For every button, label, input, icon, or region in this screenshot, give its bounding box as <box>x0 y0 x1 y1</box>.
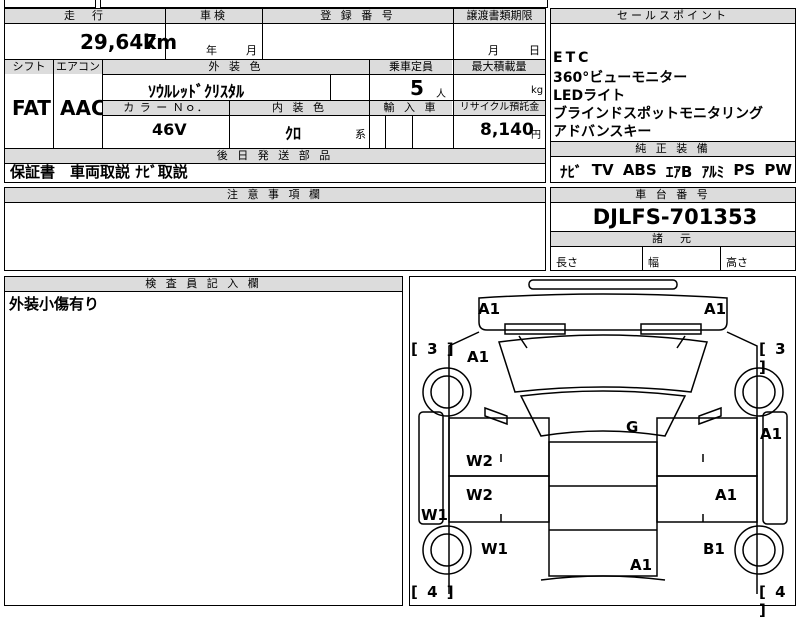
max-load-unit: kg <box>531 85 544 96</box>
capacity-value: 5 <box>410 76 424 100</box>
aircon-value: AAC <box>60 96 106 120</box>
width-label: 幅 <box>648 256 659 269</box>
color-no-header: カ ラ ー Ｎｏ． <box>103 101 229 115</box>
length-label: 長さ <box>556 256 578 269</box>
sales-point-item: 360°ビューモニター <box>553 70 688 86</box>
capacity-header: 乗車定員 <box>370 60 452 74</box>
shift-header: シフト <box>5 60 53 74</box>
top-cell-mid <box>100 0 548 8</box>
interior-color-value: ｸﾛ <box>285 124 302 143</box>
inspector-header: 検 査 員 記 入 欄 <box>5 277 402 291</box>
tire-front-left: [ 3 ] <box>411 340 456 358</box>
sales-point-item: LEDライト <box>553 88 626 104</box>
height-label: 高さ <box>726 256 748 269</box>
tire-rear-left: [ 4 ] <box>411 583 456 601</box>
mark-left-sill: W1 <box>421 506 448 524</box>
aircon-header: エアコン <box>54 60 102 74</box>
specs-header: 諸 元 <box>551 232 795 246</box>
equipment-item: ｴｱB <box>665 163 693 181</box>
genuine-equipment-header: 純 正 装 備 <box>551 142 795 156</box>
mark-roof: G <box>626 418 639 436</box>
tire-rear-left-value: 4 <box>427 583 440 601</box>
sales-point-item: アドバンスキー <box>553 124 652 140</box>
exterior-color-value: ｿｳﾙﾚｯﾄﾞｸﾘｽﾀﾙ <box>148 82 245 101</box>
equipment-item: TV <box>591 161 614 179</box>
max-load-header: 最大積載量 <box>453 60 545 74</box>
interior-color-suffix: 系 <box>355 128 366 141</box>
mark-right-quarter: B1 <box>703 540 725 558</box>
equipment-item: ｱﾙﾐ <box>701 163 725 181</box>
tire-front-left-value: 3 <box>427 340 440 358</box>
notes-header: 注 意 事 項 欄 <box>5 188 545 202</box>
chassis-header: 車 台 番 号 <box>551 188 795 202</box>
shaken-year: 年 <box>206 44 217 57</box>
recycle-unit: 円 <box>531 130 541 141</box>
chassis-value: DJLFS-701353 <box>592 205 758 229</box>
mileage-header: 走 行 <box>5 9 165 23</box>
mark-front-left: A1 <box>478 300 501 318</box>
equipment-item: ﾅﾋﾞ <box>560 163 583 181</box>
sales-point-item: ETC <box>553 50 592 66</box>
shift-value: FAT <box>12 96 51 120</box>
inspector-box <box>4 276 403 606</box>
later-parts-value: 保証書 車両取説 ﾅﾋﾞ取説 <box>10 163 188 181</box>
equipment-item: PS <box>733 161 756 179</box>
interior-color-header: 内 装 色 <box>230 101 369 115</box>
transfer-month: 月 <box>488 44 499 57</box>
genuine-equipment-list: ﾅﾋﾞ TV ABS ｴｱB ｱﾙﾐ PS PW <box>560 161 792 182</box>
transfer-day: 日 <box>529 44 540 57</box>
mark-left-quarter: W1 <box>481 540 508 558</box>
tire-front-right-value: 3 <box>775 340 788 358</box>
car-diagram <box>418 279 788 594</box>
tire-rear-right: [ 4 ] <box>759 583 788 619</box>
mark-left-rear-door: W2 <box>466 486 493 504</box>
tire-rear-right-value: 4 <box>775 583 788 601</box>
inspector-value: 外装小傷有り <box>9 295 100 313</box>
mark-front-right: A1 <box>704 300 727 318</box>
capacity-unit: 人 <box>436 89 446 100</box>
color-no-value: 46V <box>152 120 187 139</box>
tire-front-right: [ 3 ] <box>759 340 788 376</box>
sales-point-header: セールスポイント <box>551 9 795 23</box>
mark-rear: A1 <box>630 556 653 574</box>
recycle-value: 8,140 <box>480 120 534 140</box>
transfer-header: 譲渡書類期限 <box>454 9 545 23</box>
shaken-header: 車検 <box>166 9 262 23</box>
recycle-header: リサイクル預託金 <box>454 101 545 115</box>
exterior-color-header: 外 装 色 <box>103 60 369 74</box>
mileage-unit: km <box>143 30 178 54</box>
import-header: 輸 入 車 <box>370 101 452 115</box>
equipment-item: ABS <box>622 161 657 179</box>
mark-left-front-door: W2 <box>466 452 493 470</box>
shaken-month: 月 <box>246 44 257 57</box>
sales-point-item: ブラインドスポットモニタリング <box>553 106 763 122</box>
mark-left-fender: A1 <box>467 348 490 366</box>
registration-header: 登 録 番 号 <box>263 9 453 23</box>
equipment-item: PW <box>764 161 792 179</box>
mark-right-fender: A1 <box>760 425 783 443</box>
top-cell-left <box>4 0 96 8</box>
mark-right-rear-door: A1 <box>715 486 738 504</box>
